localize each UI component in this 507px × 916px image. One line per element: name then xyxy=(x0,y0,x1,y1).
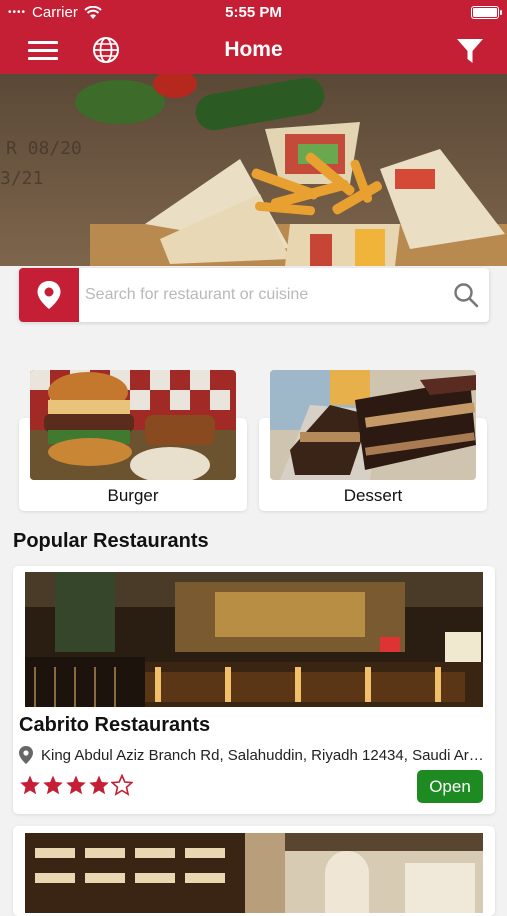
rating-stars xyxy=(19,774,133,796)
dessert-image[interactable] xyxy=(270,370,476,480)
status-time: 5:55 PM xyxy=(225,4,282,21)
star-filled-icon xyxy=(20,775,40,795)
location-pin-icon xyxy=(19,746,33,764)
star-filled-icon xyxy=(43,775,63,795)
svg-text:3/21: 3/21 xyxy=(0,168,43,189)
restaurant-name: Cabrito Restaurants xyxy=(19,714,211,736)
restaurant-address: King Abdul Aziz Branch Rd, Salahuddin, R… xyxy=(41,746,491,764)
search-icon[interactable] xyxy=(453,282,479,308)
restaurant-card[interactable]: Cabrito Restaurants King Abdul Aziz Bran… xyxy=(13,566,495,814)
svg-text:R 08/20: R 08/20 xyxy=(6,138,82,159)
search-bar xyxy=(19,268,489,322)
star-empty-icon xyxy=(111,774,133,796)
restaurant-card[interactable] xyxy=(13,826,495,916)
restaurant-image[interactable] xyxy=(25,572,483,707)
nav-bar: Home xyxy=(0,26,507,74)
star-filled-icon xyxy=(66,775,86,795)
page-title: Home xyxy=(224,38,283,61)
battery-icon xyxy=(471,6,502,19)
location-pin-icon xyxy=(37,281,61,309)
location-pin-button[interactable] xyxy=(19,268,79,322)
restaurant-image[interactable] xyxy=(25,833,483,913)
search-input[interactable] xyxy=(85,274,445,316)
filter-icon[interactable] xyxy=(455,36,485,64)
star-filled-icon xyxy=(89,775,109,795)
category-label: Burger xyxy=(107,486,159,505)
hero-banner-image: R 08/20 3/21 xyxy=(0,74,507,266)
open-status-button[interactable]: Open xyxy=(417,770,483,803)
category-label: Dessert xyxy=(343,486,403,505)
status-bar: •••• Carrier 5:55 PM xyxy=(0,0,507,26)
burger-image[interactable] xyxy=(30,370,236,480)
section-title: Popular Restaurants xyxy=(13,530,209,552)
